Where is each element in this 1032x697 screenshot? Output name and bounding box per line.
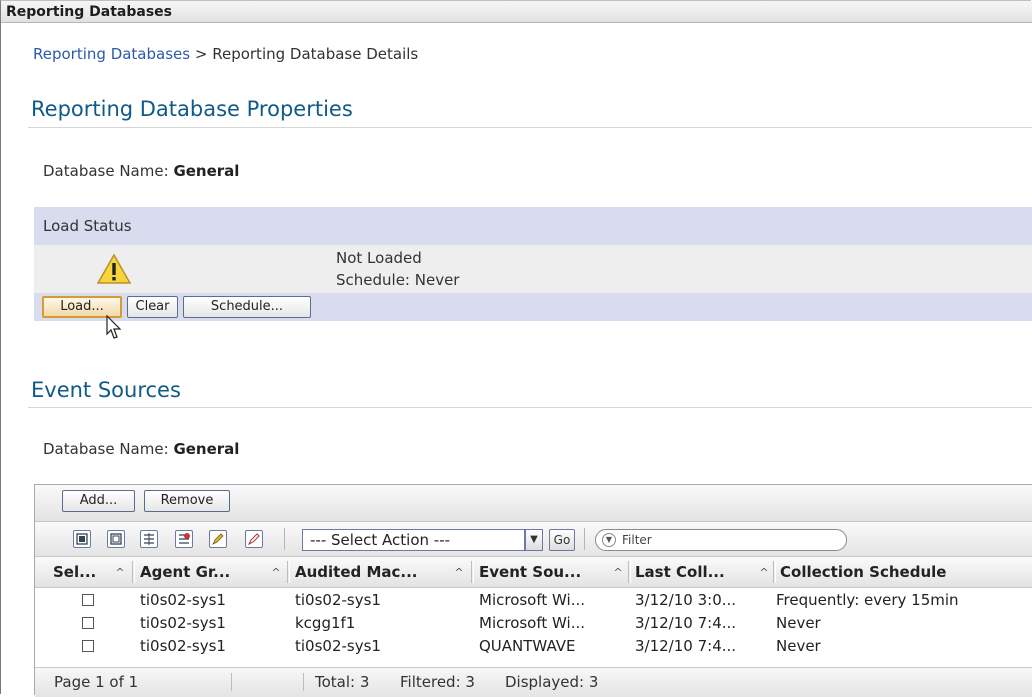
footer-separator	[303, 673, 304, 691]
breadcrumb: Reporting Databases > Reporting Database…	[33, 45, 418, 63]
cell-agent-group: ti0s02-sys1	[140, 637, 226, 655]
filtered-count: Filtered: 3	[400, 673, 475, 691]
cell-audited-machine: ti0s02-sys1	[295, 591, 381, 609]
column-separator[interactable]	[471, 561, 474, 583]
load-status-header: Load Status	[34, 207, 1032, 245]
toolbar-separator	[584, 528, 585, 550]
breadcrumb-link-reporting-databases[interactable]: Reporting Databases	[33, 45, 190, 63]
sort-icon[interactable]: ^	[269, 557, 283, 589]
cell-agent-group: ti0s02-sys1	[140, 614, 226, 632]
breadcrumb-separator: >	[194, 45, 208, 63]
cell-last-collected: 3/12/10 7:4...	[635, 614, 737, 632]
db-name-value: General	[173, 440, 240, 458]
load-status-body: Not Loaded Schedule: Never	[34, 245, 1032, 293]
column-header-collection-schedule[interactable]: Collection Schedule	[780, 557, 946, 587]
warning-icon	[96, 253, 132, 285]
total-count: Total: 3	[315, 673, 370, 691]
column-header-select[interactable]: Sel...	[53, 557, 96, 587]
sort-icon[interactable]: ^	[757, 557, 771, 589]
load-status-value: Not Loaded	[336, 249, 422, 267]
pagination-label: Page 1 of 1	[54, 673, 139, 691]
properties-divider	[28, 127, 1032, 128]
event-sources-divider	[28, 407, 1032, 408]
row-checkbox[interactable]	[82, 594, 94, 606]
clear-icon[interactable]	[245, 530, 263, 548]
edit-icon[interactable]	[209, 530, 227, 548]
cell-event-source: QUANTWAVE	[479, 637, 576, 655]
column-separator[interactable]	[132, 561, 135, 583]
collapse-icon[interactable]	[175, 530, 193, 548]
db-name-label: Database Name:	[43, 440, 169, 458]
db-name-label: Database Name:	[43, 162, 169, 180]
footer-separator	[231, 673, 232, 691]
sort-icon[interactable]: ^	[452, 557, 466, 589]
expand-icon[interactable]	[140, 530, 158, 548]
cell-event-source: Microsoft Wi...	[479, 591, 586, 609]
schedule-button[interactable]: Schedule...	[183, 296, 311, 318]
displayed-count: Displayed: 3	[505, 673, 599, 691]
clear-button[interactable]: Clear	[127, 296, 178, 318]
grid-button-bar: Add... Remove	[35, 485, 1032, 522]
window-title: Reporting Databases	[6, 4, 173, 20]
cell-last-collected: 3/12/10 7:4...	[635, 637, 737, 655]
properties-db-name: Database Name: General	[43, 162, 239, 180]
cell-last-collected: 3/12/10 3:0...	[635, 591, 737, 609]
toolbar-separator	[284, 528, 285, 550]
window-title-bar: Reporting Databases	[1, 1, 1032, 23]
column-header-event-source[interactable]: Event Sou...	[479, 557, 581, 587]
filter-placeholder: Filter	[622, 533, 652, 547]
event-sources-grid: Add... Remove --- Select Action --- ▼ Go…	[34, 484, 1032, 697]
deselect-all-icon[interactable]	[107, 530, 125, 548]
cell-collection-schedule: Never	[776, 637, 821, 655]
db-name-value: General	[173, 162, 240, 180]
column-separator[interactable]	[287, 561, 290, 583]
remove-button[interactable]: Remove	[144, 490, 230, 512]
table-row[interactable]: ti0s02-sys1 ti0s02-sys1 QUANTWAVE 3/12/1…	[35, 635, 1032, 658]
cell-audited-machine: kcgg1f1	[295, 614, 356, 632]
table-row[interactable]: ti0s02-sys1 kcgg1f1 Microsoft Wi... 3/12…	[35, 612, 1032, 635]
column-header-last-collected[interactable]: Last Coll...	[635, 557, 725, 587]
grid-toolbar: --- Select Action --- ▼ Go ▼ Filter	[35, 522, 1032, 557]
table-row[interactable]: ti0s02-sys1 ti0s02-sys1 Microsoft Wi... …	[35, 589, 1032, 612]
go-button[interactable]: Go	[549, 529, 575, 551]
column-separator[interactable]	[628, 561, 631, 583]
add-button[interactable]: Add...	[62, 490, 135, 512]
dropdown-arrow-icon[interactable]: ▼	[525, 529, 543, 551]
column-separator[interactable]	[773, 561, 776, 583]
load-status-button-bar: Load... Clear Schedule...	[34, 293, 1032, 321]
mouse-pointer-icon	[106, 314, 124, 345]
table-header: Sel... ^ Agent Gr... ^ Audited Mac... ^ …	[35, 557, 1032, 588]
load-schedule-value: Schedule: Never	[336, 271, 460, 289]
cell-audited-machine: ti0s02-sys1	[295, 637, 381, 655]
cell-collection-schedule: Never	[776, 614, 821, 632]
select-all-icon[interactable]	[73, 530, 91, 548]
cell-agent-group: ti0s02-sys1	[140, 591, 226, 609]
event-sources-db-name: Database Name: General	[43, 440, 239, 458]
cell-collection-schedule: Frequently: every 15min	[776, 591, 959, 609]
filter-input[interactable]: ▼ Filter	[595, 529, 847, 551]
sort-icon[interactable]: ^	[611, 557, 625, 589]
properties-title: Reporting Database Properties	[31, 97, 353, 121]
sort-icon[interactable]: ^	[113, 557, 127, 589]
load-status-text: Not Loaded Schedule: Never	[336, 247, 459, 291]
filter-icon[interactable]: ▼	[602, 533, 616, 547]
load-status-label: Load Status	[43, 217, 132, 235]
breadcrumb-current: Reporting Database Details	[212, 45, 419, 63]
row-checkbox[interactable]	[82, 617, 94, 629]
event-sources-title: Event Sources	[31, 378, 181, 402]
row-checkbox[interactable]	[82, 640, 94, 652]
grid-footer: Page 1 of 1 Total: 3 Filtered: 3 Display…	[35, 667, 1032, 697]
cell-event-source: Microsoft Wi...	[479, 614, 586, 632]
column-header-audited-machine[interactable]: Audited Mac...	[295, 557, 418, 587]
select-action-dropdown[interactable]: --- Select Action ---	[302, 529, 525, 551]
column-header-agent-group[interactable]: Agent Gr...	[140, 557, 230, 587]
